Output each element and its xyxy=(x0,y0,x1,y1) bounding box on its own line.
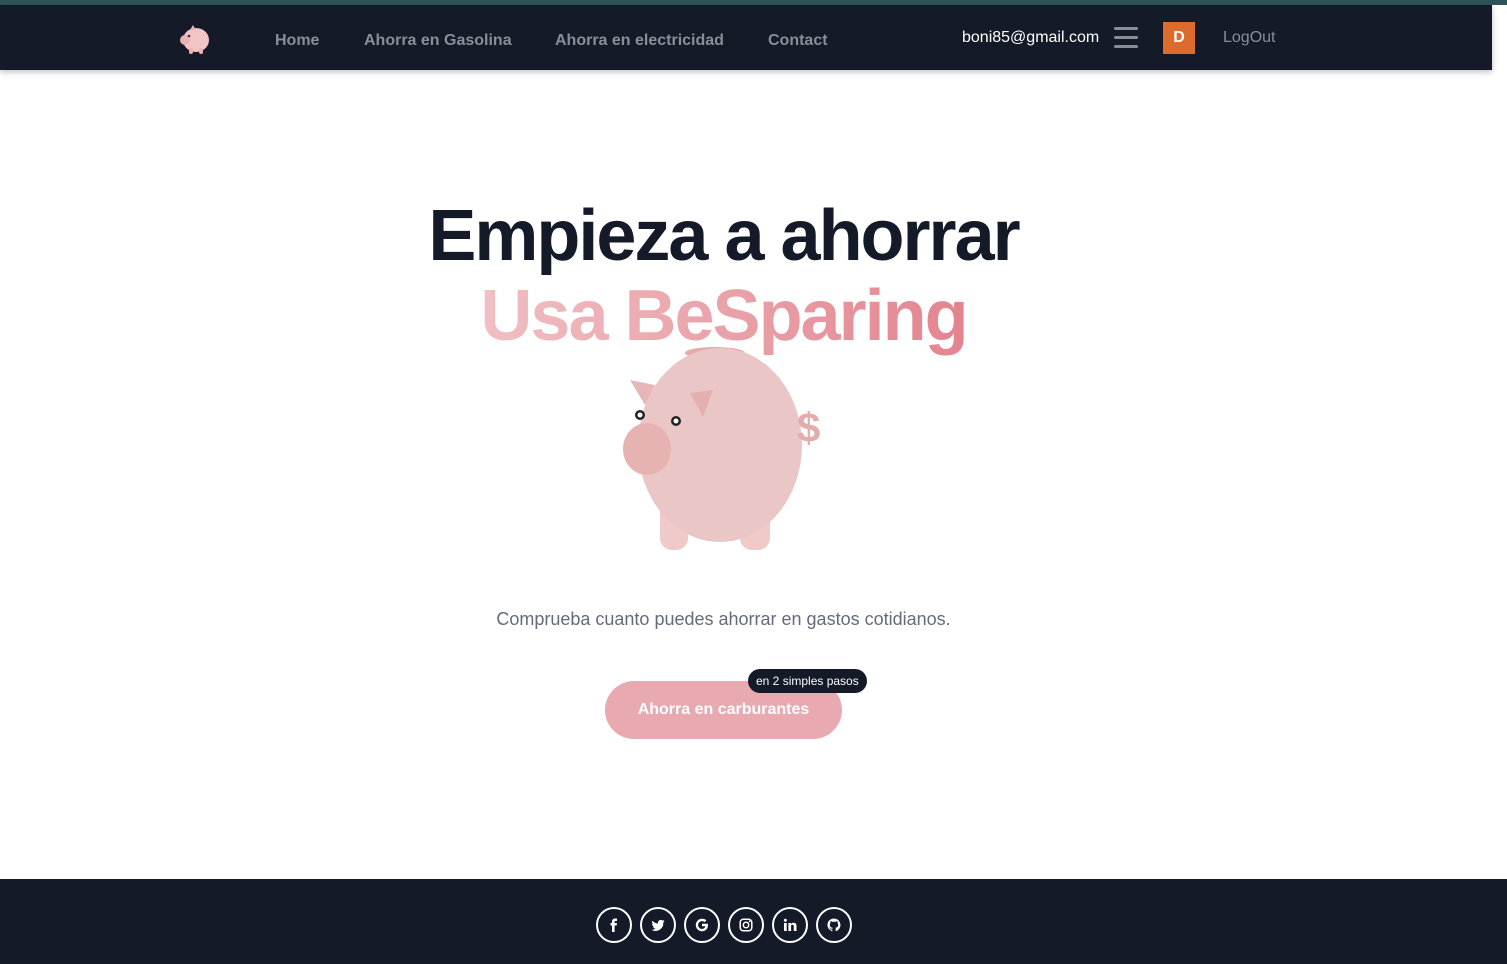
user-email: boni85@gmail.com xyxy=(962,29,1100,46)
cta-badge: en 2 simples pasos xyxy=(748,669,867,693)
footer xyxy=(0,879,1507,964)
user-avatar[interactable]: D xyxy=(1163,22,1195,54)
nav-link-contact[interactable]: Contact xyxy=(768,32,828,50)
logout-link[interactable]: LogOut xyxy=(1223,29,1275,47)
instagram-icon[interactable] xyxy=(728,907,764,943)
github-icon[interactable] xyxy=(816,907,852,943)
nav-link-electricidad[interactable]: Ahorra en electricidad xyxy=(555,32,724,50)
twitter-icon[interactable] xyxy=(640,907,676,943)
google-icon[interactable] xyxy=(684,907,720,943)
piggy-bank-illustration: $ xyxy=(623,347,820,550)
linkedin-icon[interactable] xyxy=(772,907,808,943)
hamburger-menu-icon[interactable] xyxy=(1114,27,1140,49)
hero-description: Comprueba cuanto puedes ahorrar en gasto… xyxy=(496,609,951,629)
facebook-icon[interactable] xyxy=(596,907,632,943)
nav-link-home[interactable]: Home xyxy=(275,32,319,50)
navbar: Home Ahorra en Gasolina Ahorra en electr… xyxy=(0,5,1492,70)
svg-text:$: $ xyxy=(797,404,820,451)
hero-subtitle-text: Usa BeSparing xyxy=(480,276,968,356)
hero-title: Empieza a ahorrar xyxy=(428,196,1020,276)
piggy-logo-icon[interactable] xyxy=(177,21,213,57)
nav-link-gasolina[interactable]: Ahorra en Gasolina xyxy=(364,32,512,50)
